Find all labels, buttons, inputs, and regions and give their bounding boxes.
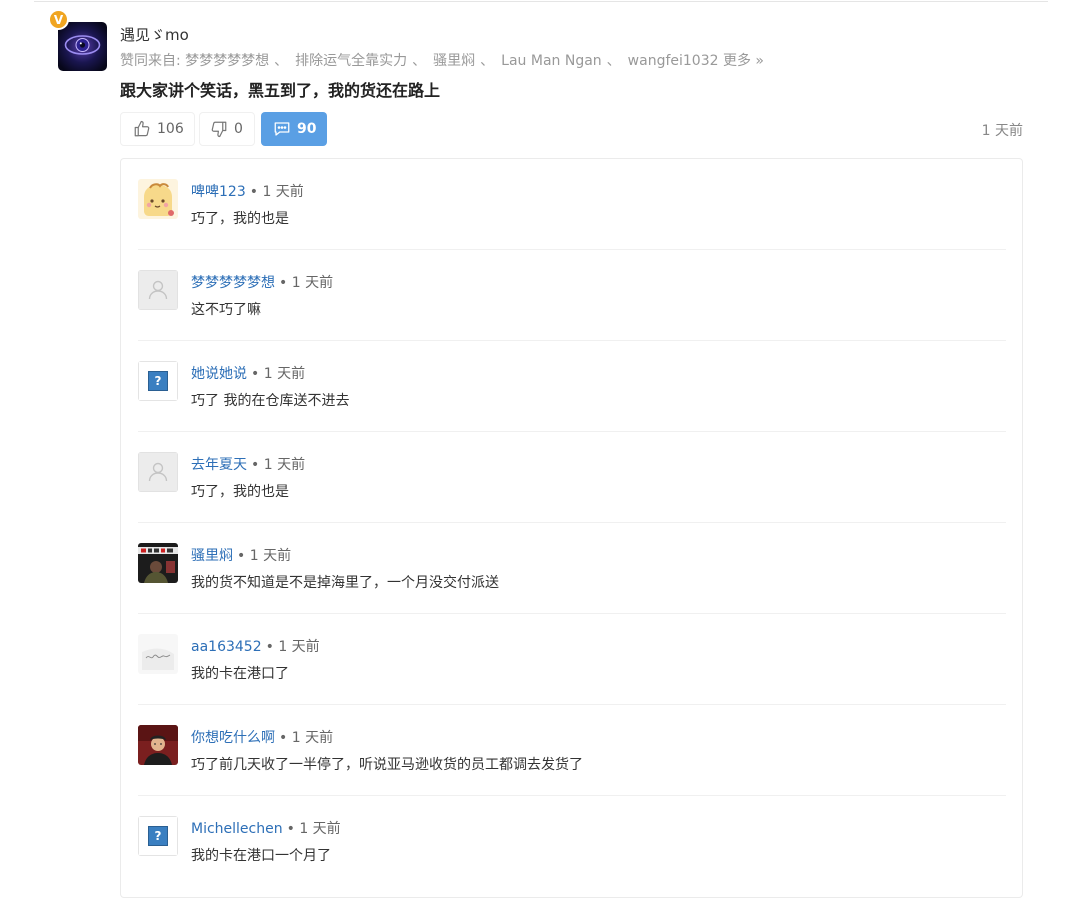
- photo-avatar[interactable]: [138, 543, 178, 583]
- comment-time: • 1 天前: [279, 275, 334, 291]
- liker-separator: 、: [606, 53, 621, 69]
- comment-text: 我的卡在港口了: [191, 666, 289, 682]
- comment-text: 我的卡在港口一个月了: [191, 848, 331, 864]
- broken-image-avatar[interactable]: ?: [138, 816, 178, 856]
- liker-link[interactable]: Lau Man Ngan: [501, 53, 602, 69]
- comment-username[interactable]: 骚里焖: [191, 548, 233, 564]
- comment-username[interactable]: 梦梦梦梦梦想: [191, 275, 275, 291]
- comments-button[interactable]: 90: [261, 112, 327, 146]
- comment-username[interactable]: 她说她说: [191, 366, 247, 382]
- upvote-button[interactable]: 106: [120, 112, 195, 146]
- user-silhouette-icon: [148, 462, 168, 482]
- comment-username[interactable]: Michellechen: [191, 821, 283, 837]
- thumbs-up-icon: [134, 120, 150, 137]
- liker-link[interactable]: 排除运气全靠实力: [295, 53, 407, 69]
- liker-link[interactable]: 骚里焖: [433, 53, 475, 69]
- question-mark-icon: ?: [148, 371, 168, 391]
- comment-text: 巧了，我的也是: [191, 484, 289, 500]
- thumbs-down-icon: [211, 121, 227, 138]
- post-text: 跟大家讲个笑话，黑五到了，我的货还在路上: [120, 81, 441, 100]
- comment-time: • 1 天前: [249, 184, 304, 200]
- comment-item: 你想吃什么啊 • 1 天前 巧了前几天收了一半停了，听说亚马逊收货的员工都调去发货…: [138, 705, 1006, 796]
- comment-count: 90: [297, 121, 317, 137]
- top-divider: [34, 1, 1048, 2]
- comment-text: 我的货不知道是不是掉海里了，一个月没交付派送: [191, 575, 499, 591]
- comment-item: ? Michellechen • 1 天前 我的卡在港口一个月了: [138, 796, 1006, 887]
- upvote-count: 106: [157, 121, 184, 137]
- comment-username[interactable]: aa163452: [191, 639, 262, 655]
- comment-item: ? 她说她说 • 1 天前 巧了 我的在仓库送不进去: [138, 341, 1006, 432]
- comment-text: 这不巧了嘛: [191, 302, 261, 318]
- comment-time: • 1 天前: [279, 730, 334, 746]
- comment-time: • 1 天前: [251, 457, 306, 473]
- signature-avatar[interactable]: [138, 634, 178, 674]
- downvote-count: 0: [234, 121, 243, 137]
- liker-link[interactable]: wangfei1032: [628, 53, 719, 69]
- comment-username[interactable]: 啤啤123: [191, 184, 246, 200]
- broken-image-avatar[interactable]: ?: [138, 361, 178, 401]
- comments-panel: 啤啤123 • 1 天前 巧了，我的也是 梦梦梦梦梦想 • 1 天前 这不巧了嘛 ?…: [120, 158, 1023, 898]
- comment-item: aa163452 • 1 天前 我的卡在港口了: [138, 614, 1006, 705]
- liker-separator: 、: [274, 53, 289, 69]
- likers-prefix: 赞同来自:: [120, 53, 186, 69]
- cartoon-avatar[interactable]: [138, 179, 178, 219]
- comment-text: 巧了前几天收了一半停了，听说亚马逊收货的员工都调去发货了: [191, 757, 583, 773]
- question-mark-icon: ?: [148, 826, 168, 846]
- comment-text: 巧了，我的也是: [191, 211, 289, 227]
- liker-separator: 、: [412, 53, 427, 69]
- comment-header: Michellechen • 1 天前: [191, 818, 341, 838]
- post-author[interactable]: 遇见ゞmo: [120, 24, 189, 45]
- vip-badge: V: [48, 9, 69, 30]
- downvote-button[interactable]: 0: [199, 112, 255, 146]
- comment-header: 梦梦梦梦梦想 • 1 天前: [191, 272, 333, 292]
- default-user-avatar[interactable]: [138, 270, 178, 310]
- comment-time: • 1 天前: [237, 548, 292, 564]
- comment-time: • 1 天前: [251, 366, 306, 382]
- comment-username[interactable]: 你想吃什么啊: [191, 730, 275, 746]
- likers-line: 赞同来自: 梦梦梦梦梦想、排除运气全靠实力、骚里焖、 Lau Man Ngan、 w…: [120, 50, 764, 70]
- comment-item: 梦梦梦梦梦想 • 1 天前 这不巧了嘛: [138, 250, 1006, 341]
- comment-username[interactable]: 去年夏天: [191, 457, 247, 473]
- author-avatar[interactable]: [58, 22, 107, 71]
- comment-bubble-icon: [274, 122, 290, 136]
- liker-separator: 、: [480, 53, 495, 69]
- comment-header: 骚里焖 • 1 天前: [191, 545, 291, 565]
- more-likers-link[interactable]: 更多 »: [723, 53, 764, 69]
- comment-header: 啤啤123 • 1 天前: [191, 181, 304, 201]
- comment-header: 去年夏天 • 1 天前: [191, 454, 305, 474]
- comment-time: • 1 天前: [265, 639, 320, 655]
- comment-time: • 1 天前: [286, 821, 341, 837]
- comment-header: aa163452 • 1 天前: [191, 636, 320, 656]
- portrait-avatar[interactable]: [138, 725, 178, 765]
- default-user-avatar[interactable]: [138, 452, 178, 492]
- comment-item: 骚里焖 • 1 天前 我的货不知道是不是掉海里了，一个月没交付派送: [138, 523, 1006, 614]
- comment-item: 啤啤123 • 1 天前 巧了，我的也是: [138, 159, 1006, 250]
- comment-header: 她说她说 • 1 天前: [191, 363, 305, 383]
- comment-item: 去年夏天 • 1 天前 巧了，我的也是: [138, 432, 1006, 523]
- post-time: 1 天前: [981, 123, 1023, 139]
- liker-link[interactable]: 梦梦梦梦梦想: [185, 53, 269, 69]
- user-silhouette-icon: [148, 280, 168, 300]
- comment-header: 你想吃什么啊 • 1 天前: [191, 727, 333, 747]
- comment-text: 巧了 我的在仓库送不进去: [191, 393, 350, 409]
